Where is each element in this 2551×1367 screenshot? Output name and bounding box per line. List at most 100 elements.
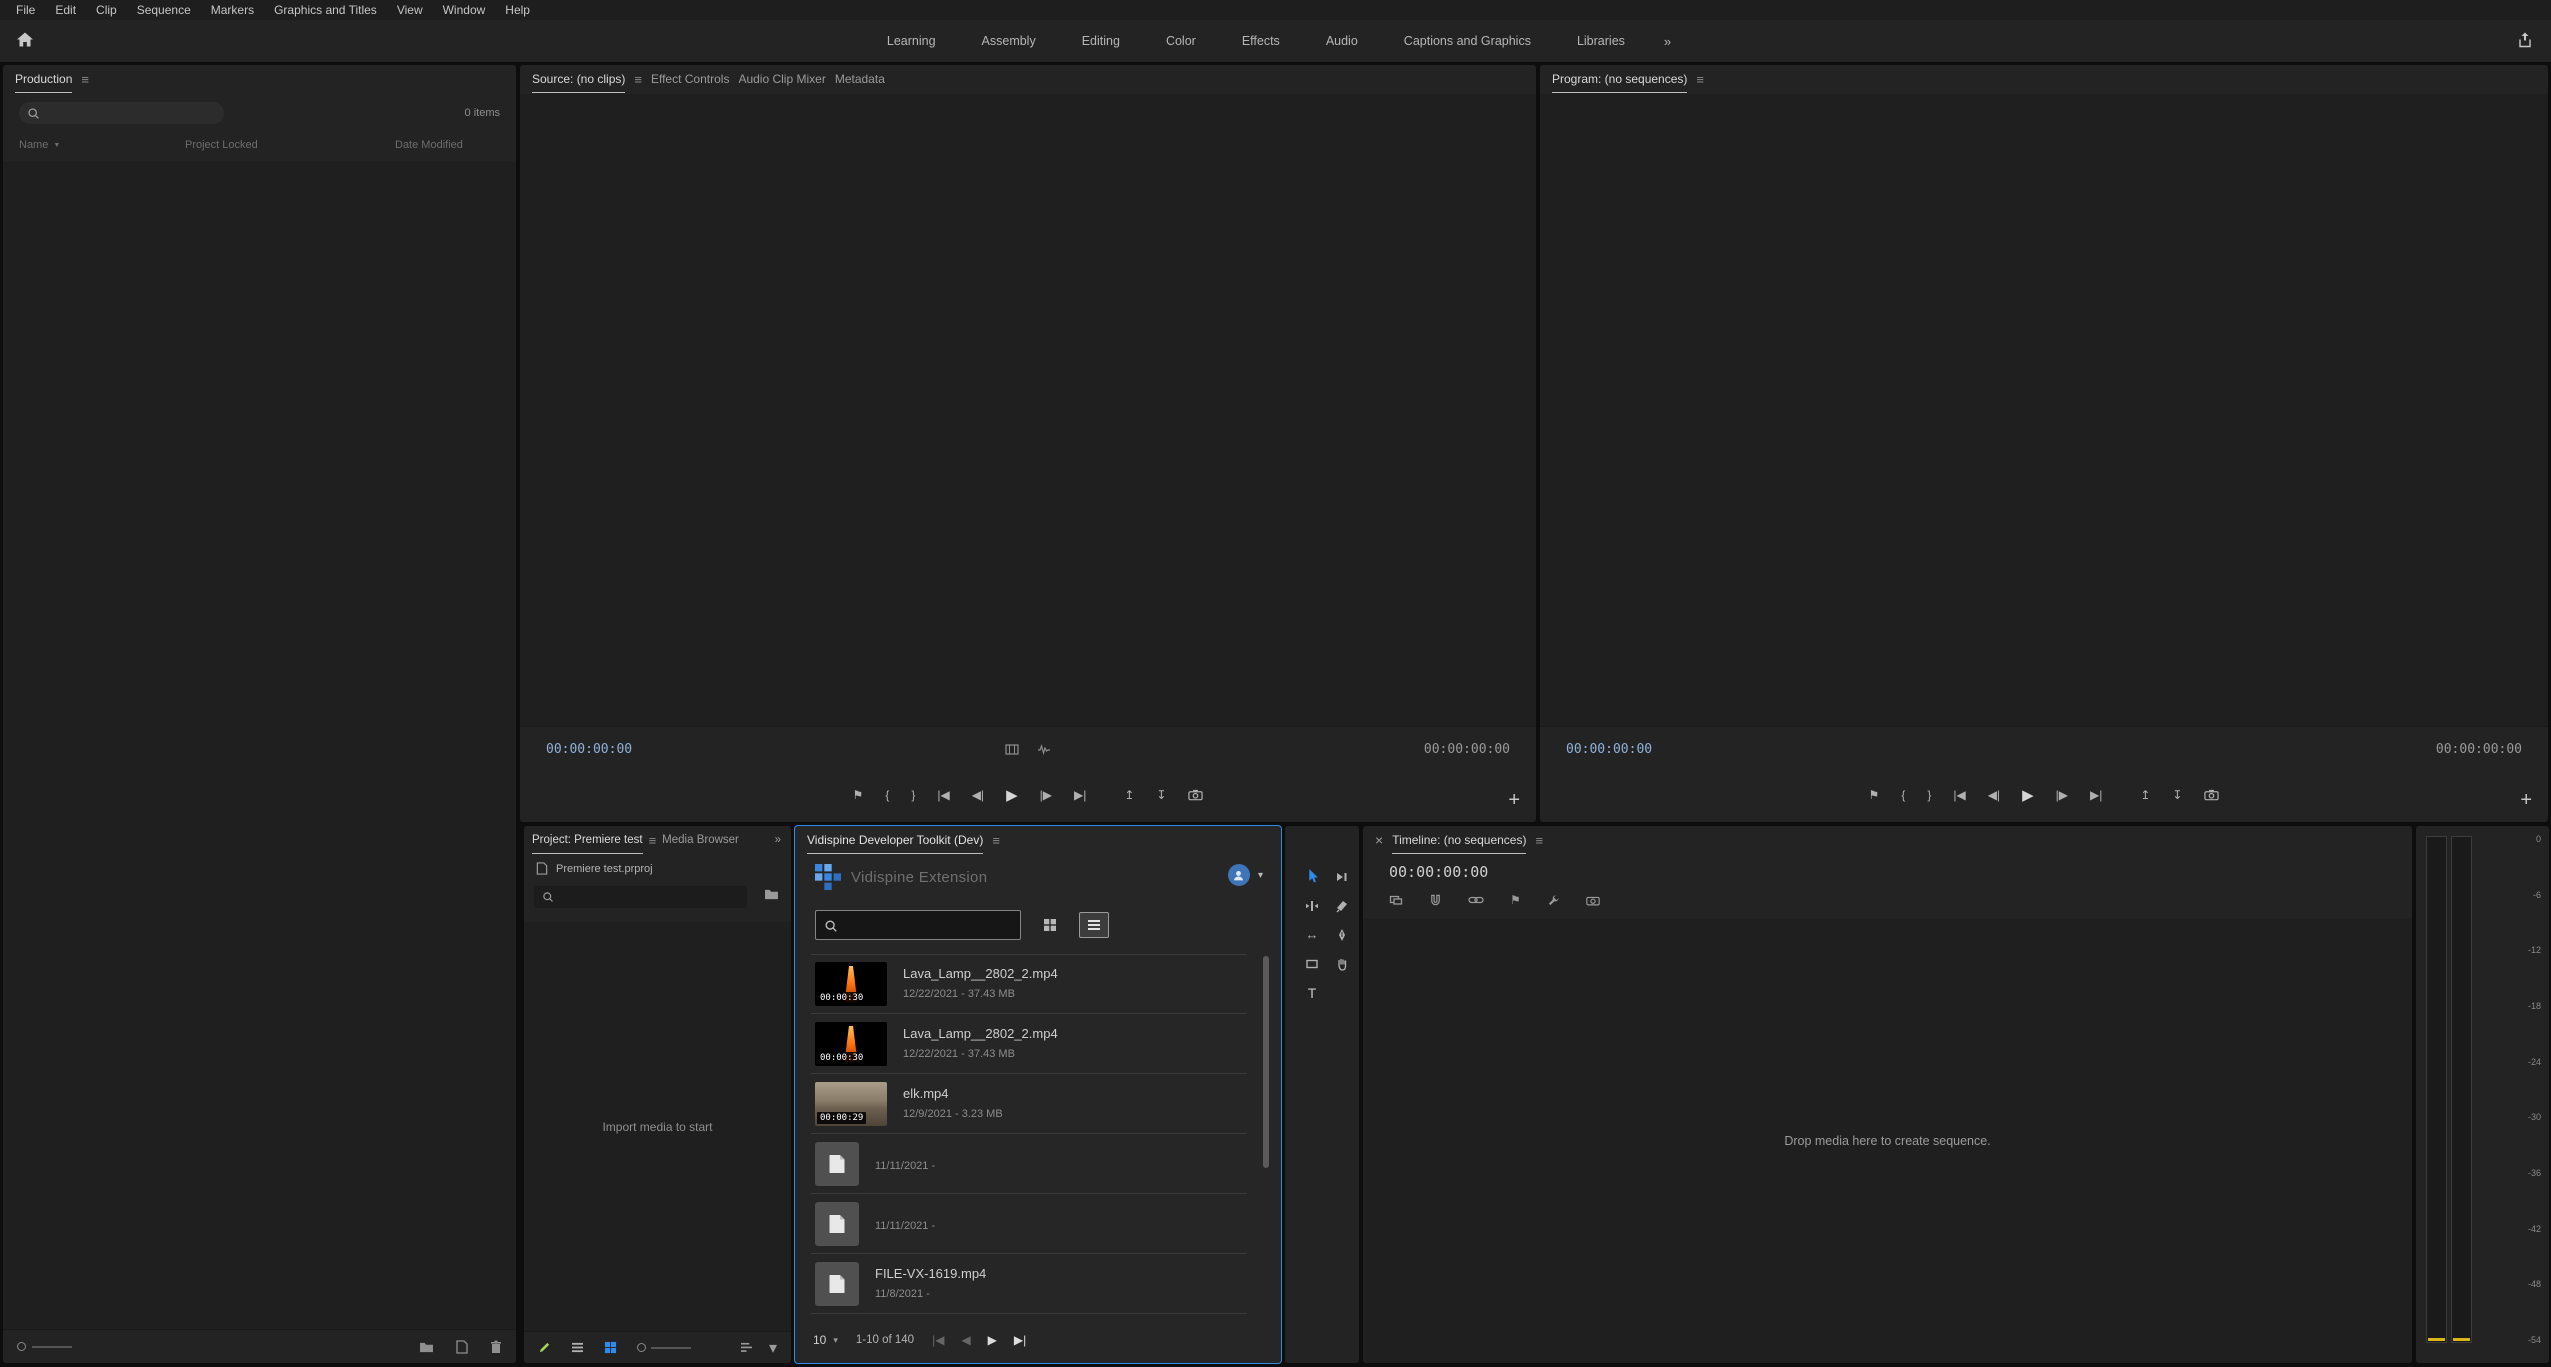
menu-help[interactable]: Help <box>495 0 540 20</box>
add-marker-icon[interactable]: ⚑ <box>1510 893 1521 907</box>
ripple-edit-tool[interactable] <box>1297 891 1327 920</box>
column-date-modified[interactable]: Date Modified <box>395 139 500 151</box>
new-item-icon[interactable] <box>456 1340 468 1354</box>
tab-vidispine-toolkit[interactable]: Vidispine Developer Toolkit (Dev) <box>807 827 983 854</box>
source-current-timecode[interactable]: 00:00:00:00 <box>546 742 632 757</box>
zoom-handle[interactable] <box>637 1343 646 1352</box>
media-list-item[interactable]: 00:00:30 Lava_Lamp__2802_2.mp412/22/2021… <box>811 954 1247 1014</box>
insert-icon[interactable]: ↥ <box>1124 789 1134 801</box>
step-back-icon[interactable]: ◀| <box>972 789 984 801</box>
pen-tool[interactable] <box>1327 920 1357 949</box>
mark-out-icon[interactable]: } <box>911 789 915 801</box>
vidispine-search-input[interactable] <box>816 911 1020 939</box>
workspace-tab-captions-and-graphics[interactable]: Captions and Graphics <box>1381 20 1554 62</box>
tab-audio-clip-mixer[interactable]: Audio Clip Mixer <box>738 66 825 92</box>
drag-audio-icon[interactable] <box>1037 744 1051 755</box>
razor-tool[interactable] <box>1327 891 1357 920</box>
panel-menu-icon[interactable]: ≡ <box>649 834 657 847</box>
rectangle-tool[interactable] <box>1297 949 1327 978</box>
panel-overflow-icon[interactable]: » <box>775 834 781 846</box>
nest-sequence-icon[interactable] <box>1389 893 1403 907</box>
media-list-item[interactable]: 11/11/2021 - <box>811 1134 1247 1194</box>
menu-graphics-and-titles[interactable]: Graphics and Titles <box>264 0 387 20</box>
production-search-input[interactable] <box>19 102 224 124</box>
zoom-handle[interactable] <box>17 1342 26 1351</box>
linked-selection-icon[interactable] <box>1468 895 1484 905</box>
edit-pencil-icon[interactable] <box>538 1341 551 1354</box>
mark-in-icon[interactable]: { <box>1901 789 1905 801</box>
hand-tool[interactable] <box>1327 949 1357 978</box>
workspace-tab-libraries[interactable]: Libraries <box>1554 20 1648 62</box>
column-name[interactable]: Name▼ <box>19 139 185 151</box>
column-project-locked[interactable]: Project Locked <box>185 139 395 151</box>
last-page-icon[interactable]: ▶| <box>1014 1333 1026 1347</box>
program-current-timecode[interactable]: 00:00:00:00 <box>1566 742 1652 757</box>
mark-in-icon[interactable]: { <box>885 789 889 801</box>
panel-menu-icon[interactable]: ≡ <box>1696 73 1704 86</box>
scrollbar[interactable] <box>1263 956 1269 1314</box>
export-frame-icon[interactable] <box>1188 789 1203 801</box>
lift-icon[interactable]: ↥ <box>2140 789 2150 801</box>
next-page-icon[interactable]: ▶ <box>988 1333 997 1347</box>
menu-clip[interactable]: Clip <box>86 0 127 20</box>
user-avatar[interactable] <box>1228 864 1250 886</box>
list-view-icon[interactable] <box>571 1342 584 1353</box>
capture-icon[interactable] <box>1586 895 1600 906</box>
home-icon[interactable] <box>16 31 34 48</box>
new-bin-icon[interactable] <box>419 1341 434 1353</box>
workspace-tab-assembly[interactable]: Assembly <box>959 20 1059 62</box>
project-search-input[interactable] <box>560 891 739 903</box>
chevron-down-icon[interactable]: ▾ <box>769 1338 777 1358</box>
panel-menu-icon[interactable]: ≡ <box>992 834 1000 847</box>
menu-file[interactable]: File <box>6 0 45 20</box>
snap-icon[interactable] <box>1429 893 1442 907</box>
step-forward-icon[interactable]: |▶ <box>2056 789 2068 801</box>
panel-menu-icon[interactable]: ≡ <box>634 73 642 86</box>
icon-view-icon[interactable] <box>604 1341 617 1354</box>
sort-icon[interactable] <box>740 1342 753 1353</box>
export-frame-icon[interactable] <box>2204 789 2219 801</box>
menu-edit[interactable]: Edit <box>45 0 86 20</box>
first-page-icon[interactable]: |◀ <box>932 1333 944 1347</box>
tab-program[interactable]: Program: (no sequences) <box>1552 66 1687 93</box>
goto-in-icon[interactable]: |◀ <box>937 789 949 801</box>
media-list-item[interactable]: 00:00:30 Lava_Lamp__2802_2.mp412/22/2021… <box>811 1014 1247 1074</box>
page-size-dropdown[interactable]: 10 ▾ <box>813 1333 838 1347</box>
tab-source[interactable]: Source: (no clips) <box>532 66 625 93</box>
tab-media-browser[interactable]: Media Browser <box>662 827 739 853</box>
list-view-icon[interactable] <box>1079 912 1109 938</box>
button-editor-plus-icon[interactable]: + <box>2520 790 2532 810</box>
extract-icon[interactable]: ↧ <box>2172 789 2182 801</box>
new-search-bin-icon[interactable] <box>764 888 779 900</box>
project-file-row[interactable]: Premiere test.prproj <box>536 862 653 875</box>
track-select-forward-tool[interactable] <box>1327 862 1357 891</box>
step-forward-icon[interactable]: |▶ <box>1040 789 1052 801</box>
workspace-tab-color[interactable]: Color <box>1143 20 1219 62</box>
mark-out-icon[interactable]: } <box>1927 789 1931 801</box>
quick-export-icon[interactable] <box>2517 32 2533 48</box>
workspace-overflow-icon[interactable]: » <box>1648 34 1687 49</box>
thumbnail-zoom-slider[interactable] <box>17 1342 72 1351</box>
menu-view[interactable]: View <box>387 0 433 20</box>
media-list-item[interactable]: 11/11/2021 - <box>811 1194 1247 1254</box>
thumbnail-zoom-slider[interactable] <box>637 1343 691 1352</box>
tab-metadata[interactable]: Metadata <box>835 66 885 92</box>
tab-production[interactable]: Production <box>15 66 72 93</box>
step-back-icon[interactable]: ◀| <box>1988 789 2000 801</box>
panel-menu-icon[interactable]: ≡ <box>81 73 89 86</box>
timeline-settings-icon[interactable] <box>1547 894 1560 907</box>
production-list-area[interactable] <box>3 161 516 1329</box>
tab-timeline[interactable]: Timeline: (no sequences) <box>1392 827 1526 854</box>
delete-icon[interactable] <box>490 1340 502 1354</box>
drag-video-icon[interactable] <box>1005 744 1019 755</box>
tab-effect-controls[interactable]: Effect Controls <box>651 66 729 92</box>
play-icon[interactable]: ▶ <box>1006 788 1018 803</box>
menu-sequence[interactable]: Sequence <box>127 0 201 20</box>
close-icon[interactable]: × <box>1375 832 1383 848</box>
workspace-tab-editing[interactable]: Editing <box>1059 20 1143 62</box>
project-empty-area[interactable]: Import media to start <box>524 922 791 1331</box>
slip-tool[interactable]: ↔ <box>1297 920 1327 949</box>
overwrite-icon[interactable]: ↧ <box>1156 789 1166 801</box>
menu-markers[interactable]: Markers <box>201 0 264 20</box>
vidispine-account[interactable]: ▾ <box>1228 864 1263 886</box>
